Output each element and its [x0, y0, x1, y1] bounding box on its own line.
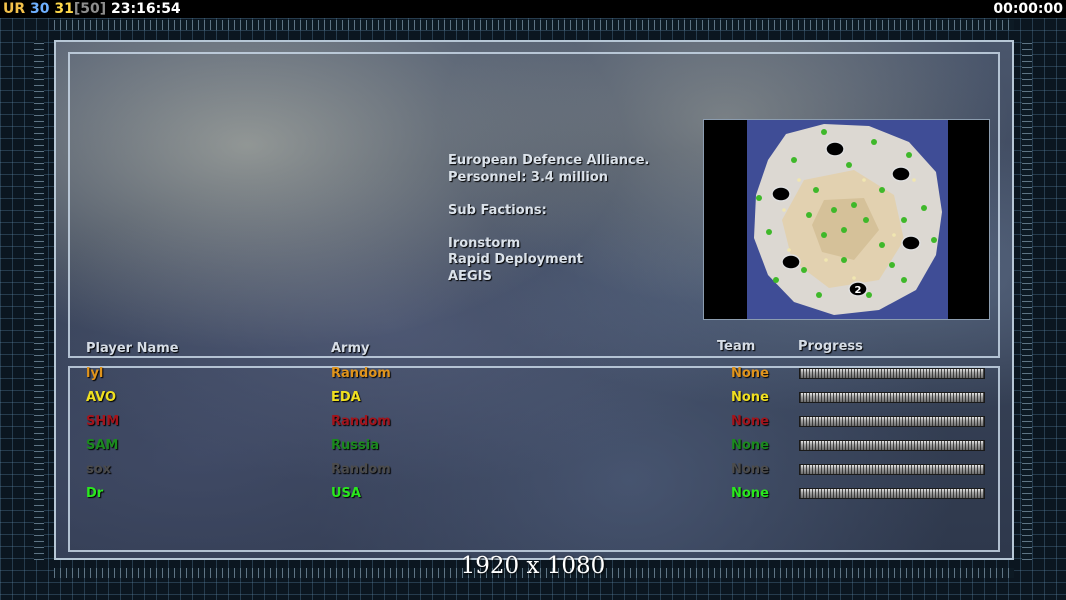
player-row[interactable]: SHM Random None [0, 414, 1066, 434]
faction-line [448, 186, 649, 203]
player-row[interactable]: sox Random None [0, 462, 1066, 482]
player-name: AVO [86, 390, 117, 405]
player-army[interactable]: EDA [331, 390, 361, 405]
player-name: lyl [86, 366, 104, 381]
map-preview[interactable]: 2 [703, 119, 990, 320]
loading-progress-bar [799, 416, 985, 427]
faction-line: Personnel: 3.4 million [448, 169, 609, 185]
loading-progress-bar [799, 488, 985, 499]
column-header-progress: Progress [798, 339, 863, 354]
player-army[interactable]: USA [331, 486, 361, 501]
loading-progress-bar [799, 368, 985, 379]
resolution-label: 1920 x 1080 [460, 553, 606, 579]
player-name: sox [86, 462, 112, 477]
top-ruler [54, 20, 1014, 30]
right-ruler [1022, 40, 1032, 560]
map-start-marker-label: 2 [855, 285, 862, 296]
player-row[interactable]: SAM Russia None [0, 438, 1066, 458]
player-army[interactable]: Russia [331, 438, 379, 453]
hud-bar: UR 30 31[50] 23:16:54 00:00:00 [0, 0, 1066, 18]
faction-line: Ironstorm [448, 235, 521, 251]
hud-ur-label: UR [3, 1, 26, 17]
faction-line: AEGIS [448, 268, 492, 284]
player-team[interactable]: None [731, 414, 769, 429]
player-army[interactable]: Random [331, 462, 391, 477]
hud-value-a: 30 [30, 1, 50, 17]
hud-value-b: 31 [54, 1, 74, 17]
player-row[interactable]: lyl Random None [0, 366, 1066, 386]
player-team[interactable]: None [731, 390, 769, 405]
player-name: Dr [86, 486, 104, 501]
column-header-player: Player Name [86, 341, 179, 356]
player-army[interactable]: Random [331, 414, 391, 429]
player-army[interactable]: Random [331, 366, 391, 381]
loading-progress-bar [799, 464, 985, 475]
faction-description: European Defence Alliance. Personnel: 3.… [448, 153, 649, 285]
column-header-team: Team [717, 339, 756, 354]
hud-value-c: [50] [73, 1, 107, 17]
player-team[interactable]: None [731, 462, 769, 477]
column-header-army: Army [331, 341, 370, 356]
hud-clock: 23:16:54 [111, 1, 181, 17]
faction-line [448, 219, 649, 236]
player-row[interactable]: Dr USA None [0, 486, 1066, 506]
map-preview-image: 2 [704, 120, 989, 319]
player-team[interactable]: None [731, 438, 769, 453]
faction-line: Sub Factions: [448, 202, 547, 218]
faction-line: Rapid Deployment [448, 252, 583, 267]
player-team[interactable]: None [731, 486, 769, 501]
hud-stats: UR 30 31[50] 23:16:54 [3, 0, 181, 18]
player-name: SHM [86, 414, 120, 429]
left-ruler [34, 40, 44, 560]
faction-line: European Defence Alliance. [448, 153, 650, 168]
loading-progress-bar [799, 392, 985, 403]
player-team[interactable]: None [731, 366, 769, 381]
game-timer: 00:00:00 [993, 1, 1063, 17]
player-row[interactable]: AVO EDA None [0, 390, 1066, 410]
loading-progress-bar [799, 440, 985, 451]
player-name: SAM [86, 438, 119, 453]
